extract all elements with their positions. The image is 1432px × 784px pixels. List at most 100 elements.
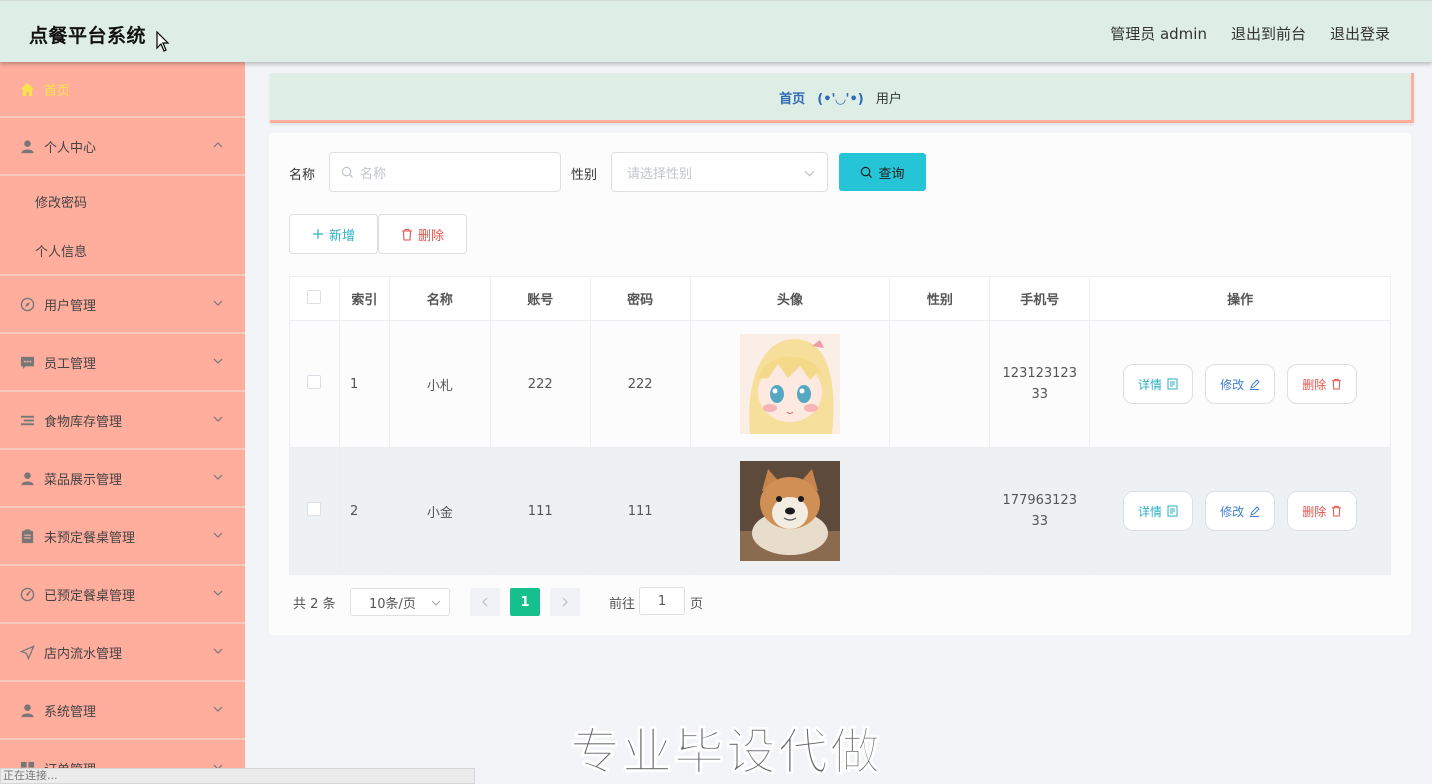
sidebar-item-label: 食物库存管理 — [44, 414, 123, 430]
pencil-icon — [1250, 378, 1260, 390]
row-phone-line: 123123123 — [1002, 366, 1077, 381]
watermark-text: 专业毕设代做 — [570, 723, 882, 782]
sidebar-item-food-stock[interactable]: 食物库存管理 — [0, 392, 245, 450]
home-icon — [19, 81, 35, 97]
row-checkbox[interactable] — [307, 502, 322, 516]
query-button[interactable]: 查询 — [839, 153, 926, 191]
edit-button[interactable]: 修改 — [1205, 491, 1276, 531]
select-all-checkbox[interactable] — [307, 289, 322, 304]
detail-button-label: 详情 — [1137, 377, 1162, 392]
add-button-label: 新增 — [328, 228, 355, 244]
sidebar: 首页 个人中心 修改密码 个人信息 用户管理 员工管理 食物库存管理 菜品展示管 — [0, 62, 245, 784]
chevron-down-icon — [431, 600, 441, 606]
shiba-dog-avatar — [739, 461, 840, 561]
mouse-cursor-icon — [156, 31, 170, 52]
gauge-icon — [19, 586, 35, 602]
search-icon — [861, 166, 873, 178]
name-filter-label: 名称 — [289, 168, 316, 183]
plus-icon — [312, 229, 323, 239]
sidebar-item-label: 用户管理 — [44, 298, 97, 314]
chevron-down-icon — [213, 300, 223, 306]
chevron-left-icon — [482, 597, 488, 607]
row-select-cell — [289, 447, 340, 575]
row-phone: 123123123 33 — [989, 320, 1091, 448]
exit-to-front-link[interactable]: 退出到前台 — [1231, 23, 1306, 44]
row-password: 111 — [589, 447, 691, 575]
sidebar-subitem-personal-info[interactable]: 个人信息 — [0, 226, 245, 276]
gender-select[interactable]: 请选择性别 — [611, 152, 828, 192]
chevron-down-icon — [213, 590, 223, 596]
column-header: 头像 — [689, 276, 891, 321]
row-index: 2 — [338, 447, 390, 575]
row-phone-line: 33 — [1031, 514, 1049, 529]
sidebar-item-home[interactable]: 首页 — [0, 62, 245, 118]
edit-button-label: 修改 — [1220, 504, 1245, 519]
delete-button[interactable]: 删除 — [1287, 491, 1358, 531]
chevron-up-icon — [213, 142, 223, 148]
row-avatar-cell — [689, 447, 891, 575]
row-actions: 详情 修改 删除 — [1089, 447, 1391, 575]
column-header: 账号 — [489, 276, 591, 321]
row-checkbox[interactable] — [307, 375, 322, 389]
page-number-current[interactable]: 1 — [510, 588, 540, 616]
row-password: 222 — [589, 320, 691, 448]
user-icon — [19, 138, 35, 154]
delete-button[interactable]: 删除 — [1287, 364, 1358, 404]
admin-label: 管理员 admin — [1110, 25, 1207, 43]
breadcrumb: 首页 (•'◡'•) 用户 — [270, 73, 1414, 123]
chat-icon — [19, 354, 35, 370]
sidebar-item-label: 菜品展示管理 — [44, 472, 123, 488]
sidebar-item-label: 店内流水管理 — [44, 646, 123, 662]
row-select-cell — [289, 320, 340, 448]
row-name: 小札 — [388, 320, 491, 448]
detail-button[interactable]: 详情 — [1122, 491, 1193, 531]
users-table: 索引 名称 账号 密码 头像 性别 手机号 操作 1 小札 222 222 12… — [289, 276, 1391, 575]
sidebar-subitem-change-password[interactable]: 修改密码 — [0, 176, 245, 226]
logout-link[interactable]: 退出登录 — [1330, 23, 1390, 44]
row-actions: 详情 修改 删除 — [1089, 320, 1391, 448]
sidebar-item-user-management[interactable]: 用户管理 — [0, 276, 245, 334]
name-search-input[interactable]: 名称 — [329, 152, 561, 192]
detail-button[interactable]: 详情 — [1122, 364, 1193, 404]
sidebar-item-label: 员工管理 — [44, 356, 97, 372]
sidebar-item-system-management[interactable]: 系统管理 — [0, 682, 245, 740]
prev-page-button[interactable] — [470, 588, 500, 616]
row-phone: 177963123 33 — [989, 447, 1091, 575]
column-header: 名称 — [388, 276, 491, 321]
column-header: 索引 — [338, 276, 390, 321]
app-title: 点餐平台系统 — [29, 25, 147, 47]
sidebar-item-unreserved-tables[interactable]: 未预定餐桌管理 — [0, 508, 245, 566]
main-panel: 名称 名称 性别 请选择性别 查询 新增 删除 索引 名称 账号 密码 头像 性… — [269, 133, 1411, 635]
goto-page-input[interactable]: 1 — [639, 587, 685, 615]
column-header: 密码 — [589, 276, 691, 321]
sidebar-item-staff-management[interactable]: 员工管理 — [0, 334, 245, 392]
goto-unit-label: 页 — [690, 597, 704, 612]
chevron-down-icon — [213, 706, 223, 712]
breadcrumb-home-link[interactable]: 首页 — [779, 92, 805, 107]
pagination-total: 共 2 条 — [293, 597, 336, 612]
batch-delete-button[interactable]: 删除 — [378, 214, 467, 254]
row-gender — [889, 320, 991, 448]
chevron-down-icon — [213, 532, 223, 538]
row-account: 222 — [489, 320, 591, 448]
column-header: 性别 — [889, 276, 991, 321]
sidebar-item-personal-center[interactable]: 个人中心 — [0, 118, 245, 176]
row-phone-line: 177963123 — [1002, 493, 1077, 508]
sidebar-item-reserved-tables[interactable]: 已预定餐桌管理 — [0, 566, 245, 624]
sidebar-item-dish-display[interactable]: 菜品展示管理 — [0, 450, 245, 508]
sidebar-item-label: 首页 — [44, 83, 71, 99]
batch-delete-button-label: 删除 — [417, 228, 444, 244]
edit-button[interactable]: 修改 — [1205, 364, 1276, 404]
user-icon — [19, 470, 35, 486]
trash-icon — [401, 228, 412, 241]
browser-status-bar: 正在连接... — [0, 768, 475, 784]
next-page-button[interactable] — [550, 588, 580, 616]
add-button[interactable]: 新增 — [289, 214, 378, 254]
breadcrumb-current: 用户 — [875, 92, 902, 107]
list-icon — [19, 412, 35, 428]
sidebar-item-label: 个人中心 — [44, 140, 97, 156]
compass-icon — [19, 296, 35, 312]
page-size-select[interactable]: 10条/页 — [350, 588, 450, 616]
sidebar-item-store-flow[interactable]: 店内流水管理 — [0, 624, 245, 682]
chevron-down-icon — [213, 416, 223, 422]
